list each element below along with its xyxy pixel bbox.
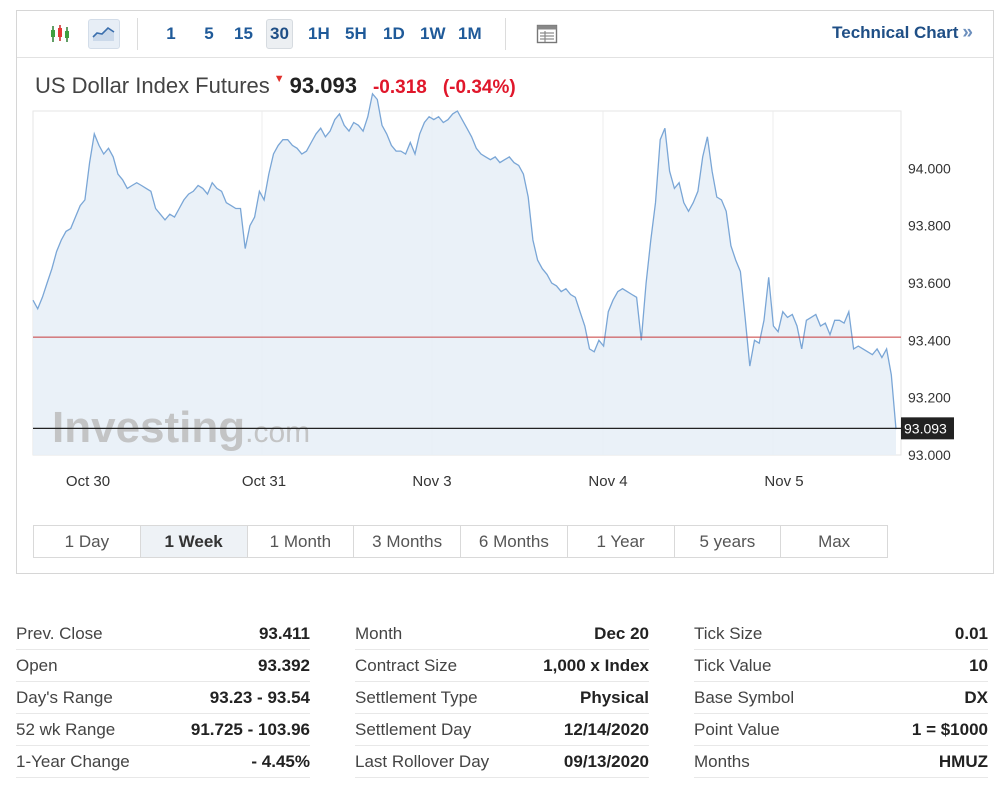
stat-row: Settlement Day 12/14/2020: [355, 714, 649, 746]
stat-label: Month: [355, 623, 403, 643]
stat-row: Open 93.392: [16, 650, 310, 682]
instrument-header: US Dollar Index Futures ▼ 93.093 -0.318 …: [35, 73, 516, 103]
stat-label: Last Rollover Day: [355, 751, 490, 771]
line-chart-icon[interactable]: [88, 19, 120, 49]
stat-value: 93.23 - 93.54: [209, 687, 310, 707]
stat-value: HMUZ: [938, 751, 988, 771]
stat-label: Point Value: [694, 719, 780, 739]
stat-label: Day's Range: [16, 687, 113, 707]
range-button-max[interactable]: Max: [781, 526, 887, 557]
technical-chart-link[interactable]: Technical Chart»: [832, 22, 973, 44]
stat-value: 12/14/2020: [563, 719, 649, 739]
toolbar-divider: [505, 18, 506, 50]
double-chevron-right-icon: »: [962, 22, 973, 43]
range-button-6-months[interactable]: 6 Months: [461, 526, 568, 557]
stat-value: Dec 20: [594, 623, 649, 643]
stat-label: Base Symbol: [694, 687, 795, 707]
stat-row: Day's Range 93.23 - 93.54: [16, 682, 310, 714]
y-tick-label: 93.000: [908, 447, 951, 463]
range-button-3-months[interactable]: 3 Months: [354, 526, 461, 557]
stats-column: Month Dec 20 Contract Size 1,000 x Index Set…: [355, 618, 649, 778]
interval-1[interactable]: 1: [159, 19, 183, 49]
chart-toolbar: 1 5 15 30 1H 5H 1D 1W 1M Technical Chart»: [17, 11, 993, 58]
interval-1w[interactable]: 1W: [417, 19, 449, 49]
time-range-selector: 1 Day 1 Week 1 Month 3 Months 6 Months 1 Year…: [33, 525, 888, 558]
stat-label: Tick Size: [694, 623, 763, 643]
stat-value: DX: [964, 687, 988, 707]
x-tick-label: Nov 3: [412, 473, 451, 490]
range-button-1-year[interactable]: 1 Year: [568, 526, 675, 557]
instrument-name: US Dollar Index Futures: [35, 73, 270, 98]
x-tick-label: Oct 30: [66, 473, 110, 490]
contract-stats: Prev. Close 93.411 Open 93.392 Day's Range 93…: [16, 618, 988, 778]
y-tick-label: 93.200: [908, 390, 951, 406]
stat-label: Contract Size: [355, 655, 458, 675]
range-button-1-month[interactable]: 1 Month: [248, 526, 355, 557]
stat-row: Base Symbol DX: [694, 682, 988, 714]
stat-value: 93.392: [258, 655, 310, 675]
range-button-1-day[interactable]: 1 Day: [34, 526, 141, 557]
down-triangle-icon: ▼: [273, 73, 285, 85]
x-tick-label: Nov 5: [764, 473, 803, 490]
stat-row: Point Value 1 = $1000: [694, 714, 988, 746]
interval-30[interactable]: 30: [266, 19, 293, 49]
stat-value: 93.411: [258, 623, 310, 643]
stat-value: 0.01: [954, 623, 988, 643]
stat-row: 52 wk Range 91.725 - 103.96: [16, 714, 310, 746]
price-change-percent: (-0.34%): [442, 77, 516, 98]
stat-value: 1 = $1000: [911, 719, 988, 739]
table-view-icon[interactable]: [531, 19, 563, 49]
stat-label: Tick Value: [694, 655, 772, 675]
y-tick-label: 93.600: [908, 275, 951, 291]
interval-1h[interactable]: 1H: [305, 19, 333, 49]
range-button-5-years[interactable]: 5 years: [675, 526, 782, 557]
stat-row: Settlement Type Physical: [355, 682, 649, 714]
stat-label: Prev. Close: [16, 623, 103, 643]
x-tick-label: Nov 4: [588, 473, 627, 490]
stat-row: Tick Size 0.01: [694, 618, 988, 650]
y-tick-label: 94.000: [908, 160, 951, 176]
stat-label: Settlement Day: [355, 719, 472, 739]
stat-row: Month Dec 20: [355, 618, 649, 650]
range-button-1-week[interactable]: 1 Week: [140, 526, 248, 557]
stat-value: 91.725 - 103.96: [190, 719, 310, 739]
stat-value: 09/13/2020: [563, 751, 649, 771]
toolbar-divider: [137, 18, 138, 50]
interval-15[interactable]: 15: [231, 19, 256, 49]
price-change: -0.318: [372, 77, 427, 98]
last-price-badge-label: 93.093: [904, 420, 947, 436]
interval-1m[interactable]: 1M: [455, 19, 485, 49]
stat-label: Open: [16, 655, 58, 675]
interval-5[interactable]: 5: [197, 19, 221, 49]
stat-value: Physical: [580, 687, 649, 707]
stat-row: Last Rollover Day 09/13/2020: [355, 746, 649, 778]
stat-row: Prev. Close 93.411: [16, 618, 310, 650]
stat-value: 10: [969, 655, 988, 675]
last-price: 93.093: [289, 73, 357, 98]
stats-column: Tick Size 0.01 Tick Value 10 Base Symbol DX Po…: [694, 618, 988, 778]
stat-label: Months: [694, 751, 750, 771]
x-tick-label: Oct 31: [242, 473, 286, 490]
stat-row: Months HMUZ: [694, 746, 988, 778]
candlestick-icon[interactable]: [44, 19, 76, 49]
stat-value: - 4.45%: [251, 751, 310, 771]
stat-row: 1-Year Change - 4.45%: [16, 746, 310, 778]
y-tick-label: 93.800: [908, 218, 951, 234]
interval-5h[interactable]: 5H: [342, 19, 370, 49]
interval-1d[interactable]: 1D: [380, 19, 408, 49]
stat-label: Settlement Type: [355, 687, 478, 707]
stats-column: Prev. Close 93.411 Open 93.392 Day's Range 93…: [16, 618, 310, 778]
stat-label: 1-Year Change: [16, 751, 130, 771]
y-tick-label: 93.400: [908, 332, 951, 348]
stat-row: Tick Value 10: [694, 650, 988, 682]
stat-label: 52 wk Range: [16, 719, 116, 739]
technical-chart-label: Technical Chart: [832, 23, 959, 42]
watermark-suffix: .com: [245, 416, 310, 449]
stat-value: 1,000 x Index: [543, 655, 649, 675]
stat-row: Contract Size 1,000 x Index: [355, 650, 649, 682]
watermark-brand: Investing: [52, 403, 245, 452]
